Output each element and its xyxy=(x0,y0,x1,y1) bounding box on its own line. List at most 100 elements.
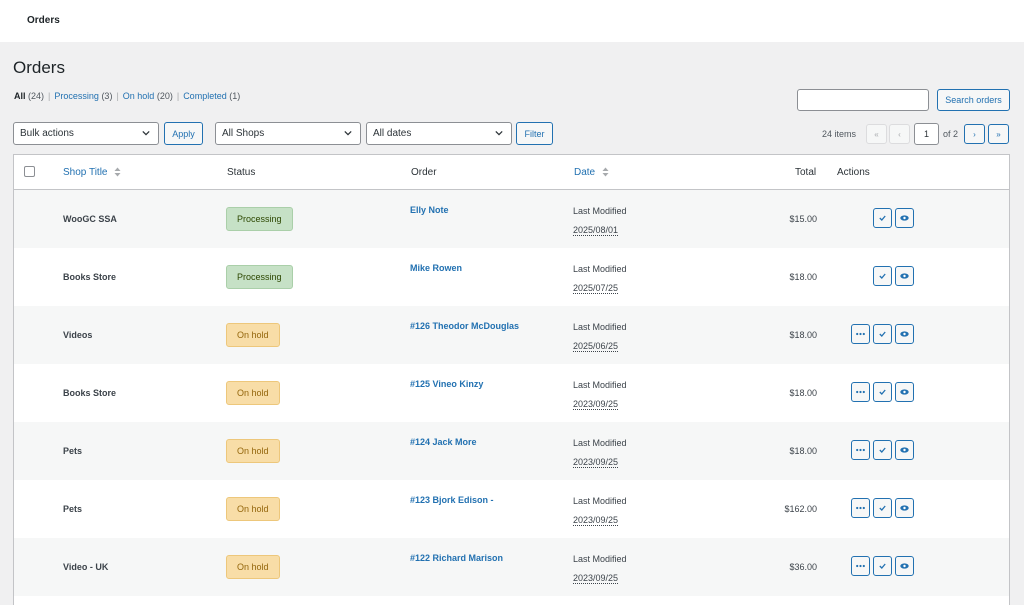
mark-processing-button[interactable] xyxy=(851,556,870,576)
order-link[interactable]: #125 Vineo Kinzy xyxy=(410,379,483,389)
order-link[interactable]: Mike Rowen xyxy=(410,263,462,273)
dates-filter-value: All dates xyxy=(373,128,412,139)
column-total: Total xyxy=(795,167,817,178)
search-orders-button[interactable]: Search orders xyxy=(937,89,1010,111)
first-page-button: « xyxy=(866,124,887,144)
table-row: WooGC SSA Processing Elly Note Last Modifie… xyxy=(14,190,1009,248)
more-dots-icon xyxy=(856,332,865,336)
table-row: Books Store On hold #125 Vineo Kinzy Last M… xyxy=(14,364,1009,422)
more-dots-icon xyxy=(856,390,865,394)
status-filter-links: All (24) | Processing (3) | On hold (20) | Com… xyxy=(14,91,241,101)
dates-filter-select[interactable]: All dates xyxy=(366,122,512,145)
date-label: Last Modified xyxy=(573,438,627,448)
top-bar-title: Orders xyxy=(27,15,60,26)
bulk-actions-value: Bulk actions xyxy=(20,128,74,139)
view-order-button[interactable] xyxy=(895,324,914,344)
order-total: $18.00 xyxy=(789,272,817,282)
column-status: Status xyxy=(227,167,256,178)
shops-filter-select[interactable]: All Shops xyxy=(215,122,361,145)
date-label: Last Modified xyxy=(573,264,627,274)
date-value: 2023/09/25 xyxy=(573,573,619,584)
date-value: 2025/08/01 xyxy=(573,225,619,236)
eye-icon xyxy=(900,563,909,569)
shop-title: Pets xyxy=(63,504,83,514)
date-value: 2025/06/25 xyxy=(573,341,619,352)
checkmark-icon xyxy=(879,447,886,453)
date-value: 2023/09/25 xyxy=(573,515,619,526)
shop-title: Books Store xyxy=(63,388,117,398)
shop-title: Video - UK xyxy=(63,562,109,572)
last-page-button[interactable]: » xyxy=(988,124,1009,144)
order-total: $18.00 xyxy=(789,330,817,340)
mark-complete-button[interactable] xyxy=(873,208,892,228)
date-label: Last Modified xyxy=(573,554,627,564)
chevron-down-icon xyxy=(142,130,150,136)
table-row: Books Store Processing Mike Rowen Last Modi… xyxy=(14,248,1009,306)
checkmark-icon xyxy=(879,389,886,395)
current-page-input[interactable]: 1 xyxy=(914,123,939,145)
mark-complete-button[interactable] xyxy=(873,382,892,402)
order-link[interactable]: Elly Note xyxy=(410,205,449,215)
shop-title: WooGC SSA xyxy=(63,214,117,224)
filter-link-all[interactable]: All (24) xyxy=(14,91,44,101)
filter-button[interactable]: Filter xyxy=(516,122,553,145)
status-badge: On hold xyxy=(226,439,280,463)
mark-processing-button[interactable] xyxy=(851,324,870,344)
status-badge: Processing xyxy=(226,207,293,231)
view-order-button[interactable] xyxy=(895,266,914,286)
filter-link-completed[interactable]: Completed xyxy=(183,91,227,101)
order-link[interactable]: #122 Richard Marison xyxy=(410,553,503,563)
date-label: Last Modified xyxy=(573,206,627,216)
filter-link-on-hold[interactable]: On hold xyxy=(123,91,155,101)
more-dots-icon xyxy=(856,506,865,510)
order-link[interactable]: #124 Jack More xyxy=(410,437,477,447)
mark-processing-button[interactable] xyxy=(851,498,870,518)
date-value: 2023/09/25 xyxy=(573,457,619,468)
orders-table: Shop Title Status Order Date Total Actio… xyxy=(13,154,1010,605)
apply-button[interactable]: Apply xyxy=(164,122,203,145)
view-order-button[interactable] xyxy=(895,440,914,460)
checkmark-icon xyxy=(879,563,886,569)
mark-complete-button[interactable] xyxy=(873,440,892,460)
view-order-button[interactable] xyxy=(895,208,914,228)
bulk-actions-select[interactable]: Bulk actions xyxy=(13,122,159,145)
sort-icon xyxy=(114,167,121,177)
more-dots-icon xyxy=(856,564,865,568)
checkmark-icon xyxy=(879,505,886,511)
select-all-checkbox[interactable] xyxy=(24,166,35,177)
mark-complete-button[interactable] xyxy=(873,556,892,576)
order-link[interactable]: #126 Theodor McDouglas xyxy=(410,321,519,331)
sort-icon xyxy=(602,167,609,177)
more-dots-icon xyxy=(856,448,865,452)
checkmark-icon xyxy=(879,273,886,279)
view-order-button[interactable] xyxy=(895,556,914,576)
shop-title: Pets xyxy=(63,446,83,456)
next-page-button[interactable]: › xyxy=(964,124,985,144)
page-title: Orders xyxy=(13,58,65,77)
order-total: $162.00 xyxy=(784,504,817,514)
eye-icon xyxy=(900,389,909,395)
eye-icon xyxy=(900,331,909,337)
view-order-button[interactable] xyxy=(895,498,914,518)
search-orders-input[interactable] xyxy=(797,89,929,111)
checkmark-icon xyxy=(879,331,886,337)
mark-processing-button[interactable] xyxy=(851,382,870,402)
eye-icon xyxy=(900,447,909,453)
status-badge: On hold xyxy=(226,555,280,579)
table-row: Video - UK On hold #122 Richard Marison Las… xyxy=(14,538,1009,596)
chevron-down-icon xyxy=(495,130,503,136)
shop-title: Books Store xyxy=(63,272,117,282)
view-order-button[interactable] xyxy=(895,382,914,402)
mark-processing-button[interactable] xyxy=(851,440,870,460)
order-link[interactable]: #123 Bjork Edison - xyxy=(410,495,494,505)
column-shop-title[interactable]: Shop Title xyxy=(63,167,121,178)
mark-complete-button[interactable] xyxy=(873,266,892,286)
date-value: 2023/09/25 xyxy=(573,399,619,410)
column-date[interactable]: Date xyxy=(574,167,609,178)
mark-complete-button[interactable] xyxy=(873,498,892,518)
table-row: Pets On hold #123 Bjork Edison - Last Modif… xyxy=(14,480,1009,538)
mark-complete-button[interactable] xyxy=(873,324,892,344)
filter-link-processing[interactable]: Processing xyxy=(54,91,99,101)
total-pages-label: of 2 xyxy=(943,129,959,139)
status-badge: On hold xyxy=(226,497,280,521)
